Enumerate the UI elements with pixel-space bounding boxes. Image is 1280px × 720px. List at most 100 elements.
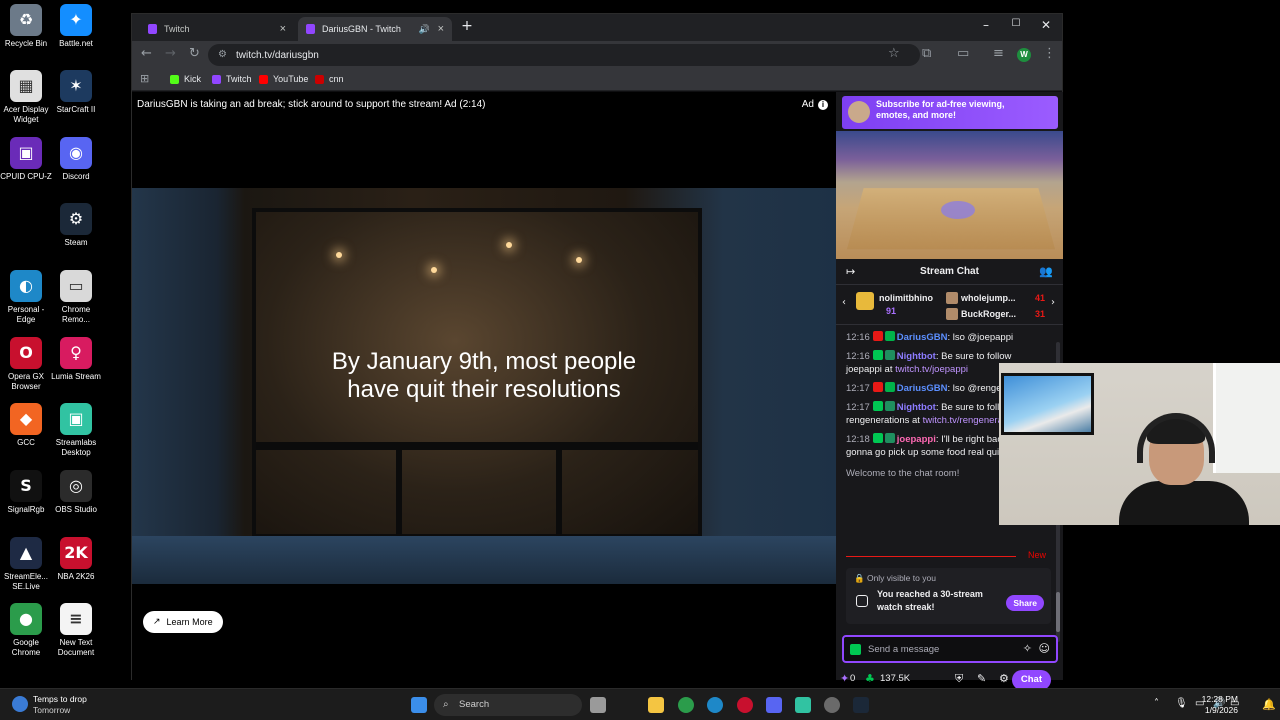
message-username[interactable]: joepappi: [897, 434, 936, 445]
desktop-icon[interactable]: O Opera GX Browser: [0, 337, 52, 392]
desktop-icon[interactable]: 2K NBA 2K26: [50, 537, 102, 582]
taskbar-obs-icon[interactable]: [824, 697, 840, 713]
desktop-icon[interactable]: ◐ Personal - Edge: [0, 270, 52, 325]
forward-icon[interactable]: →: [165, 46, 176, 61]
chat-badge-icon[interactable]: [872, 331, 883, 341]
chat-badge-icon[interactable]: [884, 382, 895, 392]
taskbar-start-icon[interactable]: [411, 697, 427, 713]
desktop-icon[interactable]: ✶ StarCraft II: [50, 70, 102, 115]
leaderboard-cheerer-name[interactable]: BuckRoger...: [961, 309, 1016, 319]
desktop-icon[interactable]: ▣ CPUID CPU-Z: [0, 137, 52, 182]
video-player[interactable]: DariusGBN is taking an ad break; stick a…: [132, 92, 836, 680]
taskbar-edge-icon[interactable]: [707, 697, 723, 713]
desktop-icon[interactable]: ♀ Lumia Stream: [50, 337, 102, 382]
pen-icon[interactable]: ✎: [977, 672, 986, 685]
message-username[interactable]: Nightbot: [897, 402, 936, 413]
leaderboard-gifter-name[interactable]: nolimitbhino: [879, 293, 933, 303]
ad-indicator[interactable]: Ad i: [802, 99, 828, 110]
chat-badge-icon[interactable]: [884, 401, 895, 411]
menu-icon[interactable]: ⋮: [1043, 46, 1056, 61]
leaderboard-cheerer-name[interactable]: wholejump...: [961, 293, 1016, 303]
desktop-icon[interactable]: ▭ Chrome Remo...: [50, 270, 102, 325]
emote-picker-icon[interactable]: ☺: [1039, 642, 1050, 655]
desktop-icon[interactable]: ▣ Streamlabs Desktop: [50, 403, 102, 458]
taskbar-chrome-icon[interactable]: [678, 697, 694, 713]
desktop-icon[interactable]: ▦ Acer Display Widget: [0, 70, 52, 125]
message-link[interactable]: twitch.tv/joepappi: [895, 364, 968, 375]
desktop-icon[interactable]: S SignalRgb: [0, 470, 52, 515]
url-field[interactable]: ⚙ twitch.tv/dariusgbn: [208, 44, 920, 66]
message-username[interactable]: Nightbot: [897, 351, 936, 362]
learn-more-button[interactable]: ↗ Learn More: [143, 611, 223, 633]
chat-badge-icon[interactable]: [872, 401, 883, 411]
desktop-icon[interactable]: ● Google Chrome: [0, 603, 52, 658]
desktop-icon[interactable]: ▲ StreamEle... SE.Live: [0, 537, 52, 592]
back-icon[interactable]: ←: [141, 46, 152, 61]
chat-send-button[interactable]: Chat: [1011, 670, 1051, 690]
bookmark-cnn[interactable]: cnn: [315, 74, 344, 84]
tab-dariusgbn[interactable]: DariusGBN - Twitch 🔊 ×: [298, 17, 452, 41]
bookmark-twitch[interactable]: Twitch: [212, 74, 252, 84]
tab-twitch[interactable]: Twitch ×: [140, 17, 294, 41]
media-controls-icon[interactable]: ≡: [993, 46, 1004, 61]
taskbar-opera-icon[interactable]: [737, 697, 753, 713]
weather-widget[interactable]: Temps to drop Tomorrow: [12, 694, 87, 716]
clock[interactable]: 12:28 PM 1/9/2026: [1202, 694, 1238, 716]
leaderboard-next-icon[interactable]: ›: [1051, 297, 1055, 308]
notification-bell-icon[interactable]: 🔔: [1262, 698, 1276, 711]
minimize-icon[interactable]: –: [971, 18, 1001, 36]
bookmark-youtube[interactable]: YouTube: [259, 74, 308, 84]
mini-player-basketball[interactable]: [836, 131, 1063, 259]
subscribe-banner[interactable]: Subscribe for ad-free viewing, emotes, a…: [842, 96, 1058, 129]
chat-badge-icon[interactable]: [884, 350, 895, 360]
mod-shield-icon[interactable]: ⛨: [955, 672, 963, 686]
taskbar-search[interactable]: ⌕ Search: [434, 694, 582, 716]
close-tab-icon[interactable]: ×: [438, 23, 444, 35]
desktop-icon[interactable]: ≡ New Text Document: [50, 603, 102, 658]
microphone-icon[interactable]: 🎙: [1175, 698, 1188, 709]
show-hidden-icons-icon[interactable]: ˄: [1154, 698, 1159, 709]
site-info-icon[interactable]: ⚙: [218, 49, 227, 60]
maximize-icon[interactable]: ☐: [1001, 18, 1031, 36]
desktop-icon[interactable]: ♻ Recycle Bin: [0, 4, 52, 49]
profile-avatar[interactable]: W: [1017, 48, 1031, 62]
close-tab-icon[interactable]: ×: [280, 23, 286, 35]
apps-grid-icon[interactable]: ⊞: [140, 72, 149, 85]
taskbar-task-view-icon[interactable]: [590, 697, 606, 713]
desktop-icon[interactable]: ◎ OBS Studio: [50, 470, 102, 515]
chat-input[interactable]: Send a message ✧ ☺: [842, 635, 1058, 663]
chat-badge-icon[interactable]: [872, 350, 883, 360]
desktop-icon[interactable]: ✦ Battle.net: [50, 4, 102, 49]
chat-badge-icon[interactable]: [872, 433, 883, 443]
message-username[interactable]: DariusGBN: [897, 332, 948, 343]
message-username[interactable]: DariusGBN: [897, 383, 948, 394]
chat-badge-icon[interactable]: [884, 331, 895, 341]
bookmark-kick[interactable]: Kick: [170, 74, 201, 84]
extensions-icon[interactable]: ⧉: [922, 46, 931, 61]
leaderboard-prev-icon[interactable]: ‹: [842, 297, 846, 308]
collapse-chat-icon[interactable]: ↦: [846, 259, 855, 285]
badge-icon[interactable]: [850, 644, 861, 655]
desktop-icon[interactable]: ⚙ Steam: [50, 203, 102, 248]
taskbar-streamlabs-icon[interactable]: [795, 697, 811, 713]
reload-icon[interactable]: ↻: [189, 46, 200, 61]
bits-balance-icon[interactable]: ✦: [840, 672, 849, 685]
close-window-icon[interactable]: ✕: [1031, 18, 1061, 36]
chat-badge-icon[interactable]: [872, 382, 883, 392]
audio-playing-icon[interactable]: 🔊: [419, 24, 430, 35]
desktop-icon[interactable]: ◉ Discord: [50, 137, 102, 182]
taskbar-discord-icon[interactable]: [766, 697, 782, 713]
desktop-icon[interactable]: ◆ GCC: [0, 403, 52, 448]
taskbar-steam-icon[interactable]: [853, 697, 869, 713]
channel-points-icon[interactable]: ♣: [865, 672, 875, 685]
cast-icon[interactable]: ▭: [957, 46, 969, 61]
new-tab-button[interactable]: +: [452, 18, 482, 36]
bits-icon[interactable]: ✧: [1023, 642, 1032, 655]
community-icon[interactable]: 👥: [1039, 259, 1053, 285]
bookmark-star-icon[interactable]: ☆: [888, 46, 900, 61]
info-icon[interactable]: i: [818, 99, 828, 110]
settings-gear-icon[interactable]: ⚙: [999, 672, 1009, 685]
taskbar-file-explorer-icon[interactable]: [648, 697, 664, 713]
chat-badge-icon[interactable]: [884, 433, 895, 443]
share-button[interactable]: Share: [1006, 595, 1044, 611]
